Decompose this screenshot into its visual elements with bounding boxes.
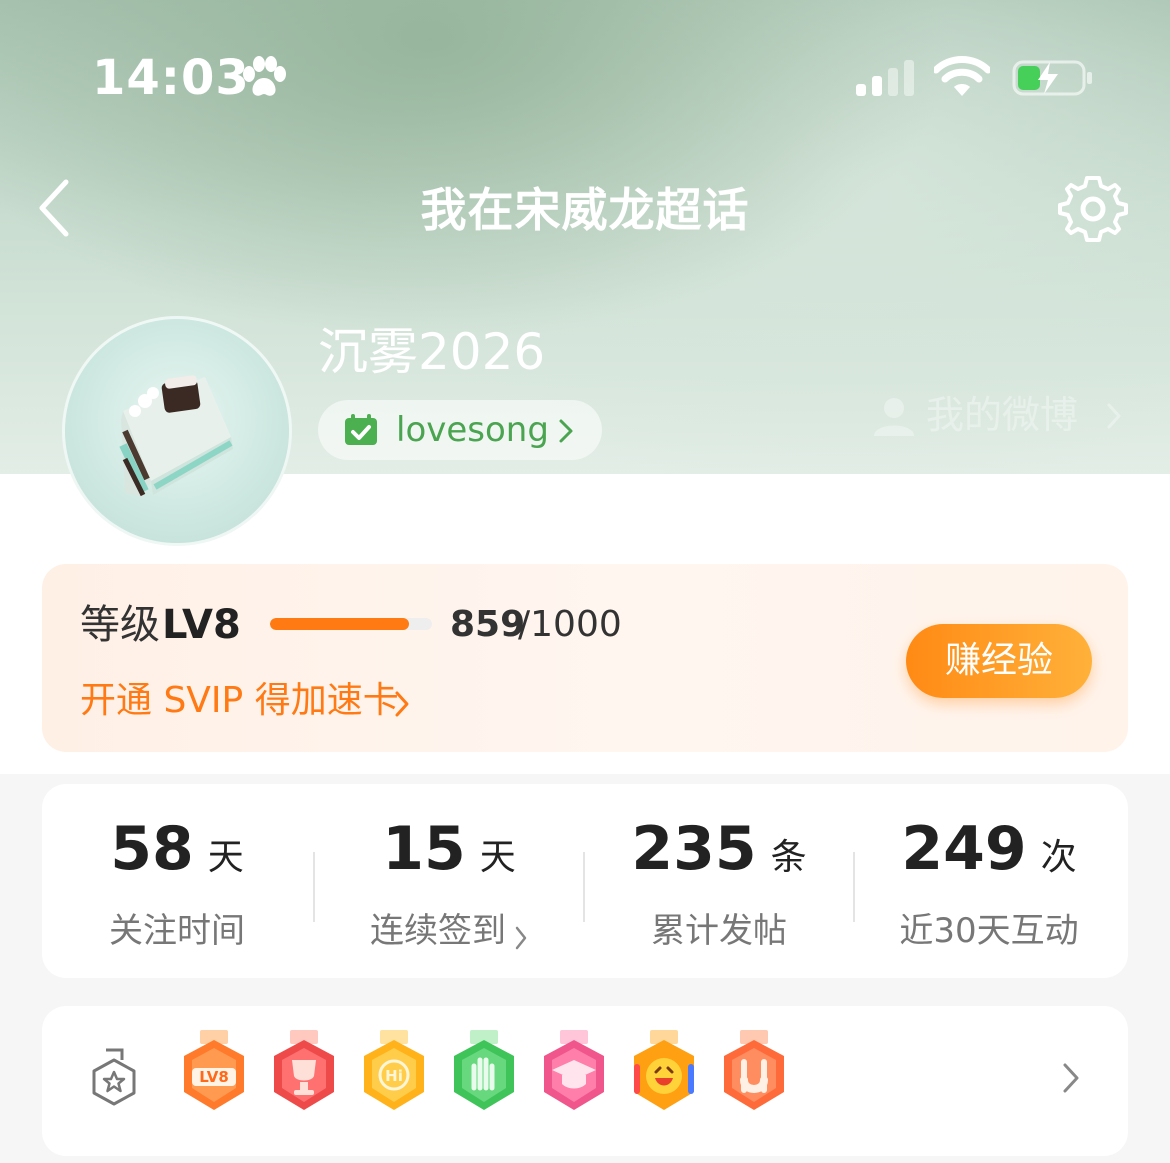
stat-unit: 次 (1040, 837, 1077, 878)
stat-interactions-30d: 249 次 近30天互动 (854, 784, 1124, 978)
fan-tag-pill[interactable]: lovesong (318, 400, 602, 460)
cheering-face-badge-icon[interactable] (628, 1030, 700, 1122)
my-weibo-link[interactable]: 我的微博 (872, 390, 1132, 440)
hand-badge-icon[interactable] (448, 1030, 520, 1122)
earn-exp-button[interactable]: 赚经验 (906, 624, 1092, 698)
paw-icon (243, 56, 286, 96)
stat-value: 249 (901, 814, 1027, 884)
person-icon (874, 398, 914, 436)
level-progress-fill (270, 618, 410, 630)
chevron-right-icon (1107, 403, 1121, 429)
chevron-right-icon (559, 419, 573, 443)
wifi-icon (934, 56, 990, 96)
stat-unit: 天 (207, 837, 244, 878)
signal-icon (856, 60, 914, 96)
level-total-exp: /1000 (518, 604, 622, 645)
svip-link[interactable]: 开通 SVIP 得加速卡 (80, 676, 399, 726)
hi-badge-icon[interactable]: Hi (358, 1030, 430, 1122)
lv8-badge-icon[interactable]: LV8 (178, 1030, 250, 1122)
cake-avatar (119, 375, 233, 497)
level-card: 等级 LV8 859 /1000 开通 SVIP 得加速卡 赚经验 (42, 564, 1128, 752)
level-value: LV8 (162, 602, 241, 648)
status-time: 14:03 (92, 50, 250, 106)
badge-shelf-icon (92, 1048, 136, 1106)
chevron-right-icon[interactable] (1062, 1062, 1080, 1094)
badge-card[interactable]: LV8 Hi (42, 1006, 1128, 1156)
stat-total-posts: 235 条 累计发帖 (584, 784, 854, 978)
level-current-exp: 859 (450, 604, 526, 645)
stat-value: 235 (631, 814, 757, 884)
stat-label: 近30天互动 (899, 911, 1079, 951)
stat-unit: 天 (479, 837, 516, 878)
stat-label: 连续签到 (370, 911, 506, 951)
stat-value: 15 (382, 814, 466, 884)
user-name: 沉雾2026 (318, 323, 546, 381)
graduation-cap-badge-icon[interactable] (538, 1030, 610, 1122)
chevron-right-icon[interactable] (394, 690, 410, 718)
stat-checkin-streak[interactable]: 15 天 连续签到 (314, 784, 584, 978)
gear-icon[interactable] (1058, 174, 1128, 244)
level-label: 等级 (80, 602, 160, 648)
stat-value: 58 (110, 814, 194, 884)
rock-hand-badge-icon[interactable] (718, 1030, 790, 1122)
stat-label: 关注时间 (109, 911, 245, 951)
stat-follow-time: 58 天 关注时间 (42, 784, 312, 978)
my-weibo-label: 我的微博 (926, 393, 1079, 437)
stat-unit: 条 (770, 837, 807, 878)
stat-label: 累计发帖 (651, 911, 787, 951)
avatar[interactable] (62, 316, 292, 546)
battery-charging-icon (1012, 60, 1092, 96)
trophy-badge-icon[interactable] (268, 1030, 340, 1122)
stats-card: 58 天 关注时间 15 天 连续签到 235 条 累计发帖 249 次 近30天互动 (42, 784, 1128, 978)
calendar-check-icon (345, 414, 377, 445)
page-title: 我在宋威龙超话 (420, 183, 750, 237)
badge-text: Hi (385, 1067, 403, 1085)
fan-tag-label: lovesong (396, 410, 549, 450)
chevron-right-icon (515, 926, 527, 949)
level-progress-bar (270, 618, 432, 630)
badge-text: LV8 (199, 1068, 229, 1086)
